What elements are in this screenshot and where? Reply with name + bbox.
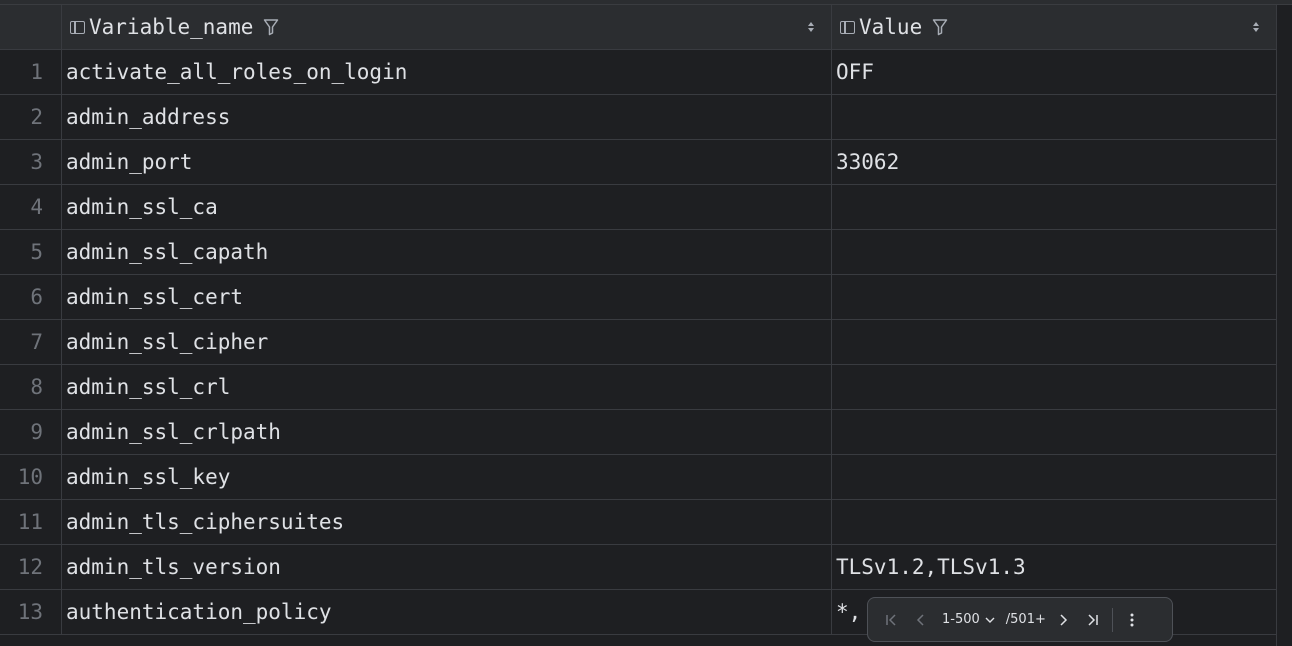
last-page-icon [1088,613,1098,626]
result-grid: Variable_name Value 1 activate_all_roles… [0,0,1292,646]
next-page-button[interactable] [1048,605,1078,635]
cell-value[interactable] [832,500,1276,544]
cell-value[interactable] [832,320,1276,364]
grid-header: Variable_name Value [0,5,1276,50]
page-range-label: 1-500 [942,612,980,627]
column-icon [70,20,85,34]
prev-page-icon [916,613,924,626]
total-rows-label: /501+ [1005,612,1046,627]
cell-value[interactable] [832,230,1276,274]
cell-variable-name[interactable]: admin_port [62,140,832,184]
row-number: 5 [0,230,62,274]
prev-page-button[interactable] [906,605,936,635]
cell-value[interactable] [832,185,1276,229]
cell-value[interactable] [832,95,1276,139]
row-number: 10 [0,455,62,499]
cell-variable-name[interactable]: activate_all_roles_on_login [62,50,832,94]
table-row[interactable]: 5 admin_ssl_capath [0,230,1276,275]
table-row[interactable]: 8 admin_ssl_crl [0,365,1276,410]
row-number: 13 [0,590,62,634]
cell-value[interactable]: 33062 [832,140,1276,184]
table-row[interactable]: 2 admin_address [0,95,1276,140]
row-number: 11 [0,500,62,544]
cell-variable-name[interactable]: admin_ssl_crl [62,365,832,409]
cell-variable-name[interactable]: authentication_policy [62,590,832,634]
sort-icon[interactable] [1252,20,1260,34]
cell-variable-name[interactable]: admin_tls_ciphersuites [62,500,832,544]
more-vertical-icon [1130,613,1134,626]
cell-variable-name[interactable]: admin_ssl_crlpath [62,410,832,454]
row-number: 9 [0,410,62,454]
pagination-toolbar: 1-500 /501+ [867,597,1173,642]
row-number: 8 [0,365,62,409]
row-number: 7 [0,320,62,364]
column-label: Value [859,15,923,39]
table-row[interactable]: 1 activate_all_roles_on_login OFF [0,50,1276,95]
table-row[interactable]: 9 admin_ssl_crlpath [0,410,1276,455]
row-number: 1 [0,50,62,94]
table-row[interactable]: 12 admin_tls_version TLSv1.2,TLSv1.3 [0,545,1276,590]
table-row[interactable]: 7 admin_ssl_cipher [0,320,1276,365]
filter-icon[interactable] [263,18,279,36]
cell-variable-name[interactable]: admin_ssl_cert [62,275,832,319]
cell-variable-name[interactable]: admin_address [62,95,832,139]
table-row[interactable]: 6 admin_ssl_cert [0,275,1276,320]
first-page-button[interactable] [876,605,906,635]
table-row[interactable]: 10 admin_ssl_key [0,455,1276,500]
cell-value[interactable] [832,455,1276,499]
cell-variable-name[interactable]: admin_ssl_ca [62,185,832,229]
cell-value[interactable] [832,275,1276,319]
row-number: 4 [0,185,62,229]
filter-icon[interactable] [932,18,948,36]
cell-variable-name[interactable]: admin_ssl_key [62,455,832,499]
sort-icon[interactable] [807,20,815,34]
first-page-icon [886,613,896,626]
column-label: Variable_name [89,15,254,39]
column-header-value[interactable]: Value [832,5,1276,49]
cell-value[interactable] [832,410,1276,454]
cell-value[interactable] [832,365,1276,409]
last-page-button[interactable] [1078,605,1108,635]
column-icon [840,20,855,34]
cell-variable-name[interactable]: admin_ssl_capath [62,230,832,274]
table-row[interactable]: 11 admin_tls_ciphersuites [0,500,1276,545]
row-number: 6 [0,275,62,319]
row-number: 3 [0,140,62,184]
cell-value[interactable]: OFF [832,50,1276,94]
cell-variable-name[interactable]: admin_tls_version [62,545,832,589]
row-number: 12 [0,545,62,589]
cell-value[interactable]: TLSv1.2,TLSv1.3 [832,545,1276,589]
header-corner[interactable] [0,5,62,49]
next-page-icon [1060,613,1067,626]
more-options-button[interactable] [1117,605,1147,635]
vertical-scrollbar[interactable] [1276,5,1292,646]
cell-variable-name[interactable]: admin_ssl_cipher [62,320,832,364]
toolbar-separator [1111,607,1113,632]
table-row[interactable]: 3 admin_port 33062 [0,140,1276,185]
chevron-down-icon [985,617,995,623]
column-header-variable-name[interactable]: Variable_name [62,5,832,49]
page-range-dropdown[interactable]: 1-500 [942,612,996,627]
row-number: 2 [0,95,62,139]
table-row[interactable]: 4 admin_ssl_ca [0,185,1276,230]
